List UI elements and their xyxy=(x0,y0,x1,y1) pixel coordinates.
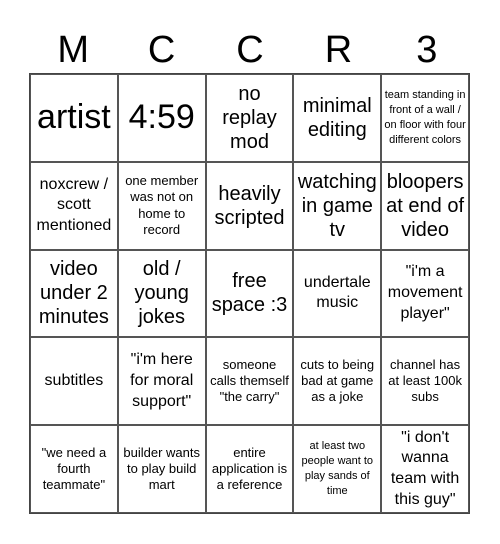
bingo-cell-text: artist xyxy=(37,98,111,137)
bingo-cell[interactable]: cuts to being bad at game as a joke xyxy=(293,337,382,426)
bingo-cell-text: team standing in front of a wall / on fl… xyxy=(384,89,466,146)
bingo-cell-text: one member was not on home to record xyxy=(125,173,199,237)
header-letter: C xyxy=(236,29,264,71)
bingo-cell-text: at least two people want to play sands o… xyxy=(301,440,374,497)
bingo-cell[interactable]: team standing in front of a wall / on fl… xyxy=(381,74,469,162)
bingo-cell[interactable]: "i'm a movement player" xyxy=(381,249,469,338)
bingo-cell-text: free space :3 xyxy=(211,270,288,317)
bingo-cell[interactable]: "we need a fourth teammate" xyxy=(30,425,118,513)
bingo-cell-text: "i'm here for moral support" xyxy=(130,351,194,410)
bingo-cell[interactable]: one member was not on home to record xyxy=(117,161,206,250)
bingo-cell[interactable]: someone calls themself "the carry" xyxy=(205,337,294,426)
bingo-cell[interactable]: no replay mod xyxy=(205,74,294,162)
bingo-cell[interactable]: entire application is a reference xyxy=(205,425,294,513)
header-letter: R xyxy=(324,29,353,71)
bingo-cell[interactable]: undertale music xyxy=(293,249,382,338)
bingo-cell-text: entire application is a reference xyxy=(211,444,288,493)
bingo-grid: artist 4:59 no replay mod minimal editing te… xyxy=(29,73,470,514)
header-letter: 3 xyxy=(416,29,438,71)
bingo-cell[interactable]: noxcrew / scott mentioned xyxy=(30,161,118,250)
bingo-cell-text: "i'm a movement player" xyxy=(387,263,463,322)
bingo-cell-text: "we need a fourth teammate" xyxy=(41,444,107,493)
bingo-cell[interactable]: free space :3 xyxy=(205,249,294,338)
bingo-cell[interactable]: 4:59 xyxy=(117,74,206,162)
bingo-header: M C C R 3 xyxy=(29,28,471,72)
bingo-cell-text: "i don't wanna team with this guy" xyxy=(390,428,460,508)
bingo-cell-text: noxcrew / scott mentioned xyxy=(36,175,112,235)
bingo-cell[interactable]: channel has at least 100k subs xyxy=(381,337,469,426)
bingo-cell-text: builder wants to play build mart xyxy=(123,444,200,493)
bingo-cell-text: minimal editing xyxy=(302,94,372,141)
bingo-cell-text: heavily scripted xyxy=(214,182,285,229)
bingo-cell[interactable]: heavily scripted xyxy=(205,161,294,250)
header-letter: C xyxy=(147,29,176,71)
bingo-cell-text: cuts to being bad at game as a joke xyxy=(300,356,375,405)
bingo-cell-text: channel has at least 100k subs xyxy=(388,356,462,405)
bingo-cell[interactable]: old / young jokes xyxy=(117,249,206,338)
bingo-cell-text: someone calls themself "the carry" xyxy=(210,356,289,405)
bingo-cell[interactable]: bloopers at end of video xyxy=(381,161,469,250)
bingo-cell[interactable]: artist xyxy=(30,74,118,162)
bingo-cell-text: no replay mod xyxy=(222,82,277,153)
bingo-cell-text: 4:59 xyxy=(128,98,195,137)
bingo-cell[interactable]: at least two people want to play sands o… xyxy=(293,425,382,513)
header-letter: M xyxy=(57,29,90,71)
bingo-cell-text: old / young jokes xyxy=(134,258,189,329)
bingo-cell[interactable]: video under 2 minutes xyxy=(30,249,118,338)
bingo-cell-text: bloopers at end of video xyxy=(386,170,465,241)
bingo-cell-text: subtitles xyxy=(44,371,104,389)
bingo-cell-text: video under 2 minutes xyxy=(38,258,109,329)
bingo-cell-text: undertale music xyxy=(303,273,371,312)
bingo-cell[interactable]: subtitles xyxy=(30,337,118,426)
bingo-cell[interactable]: minimal editing xyxy=(293,74,382,162)
bingo-cell[interactable]: builder wants to play build mart xyxy=(117,425,206,513)
bingo-cell[interactable]: "i don't wanna team with this guy" xyxy=(381,425,469,513)
bingo-cell-text: watching in game tv xyxy=(297,170,377,241)
bingo-cell[interactable]: "i'm here for moral support" xyxy=(117,337,206,426)
bingo-cell[interactable]: watching in game tv xyxy=(293,161,382,250)
